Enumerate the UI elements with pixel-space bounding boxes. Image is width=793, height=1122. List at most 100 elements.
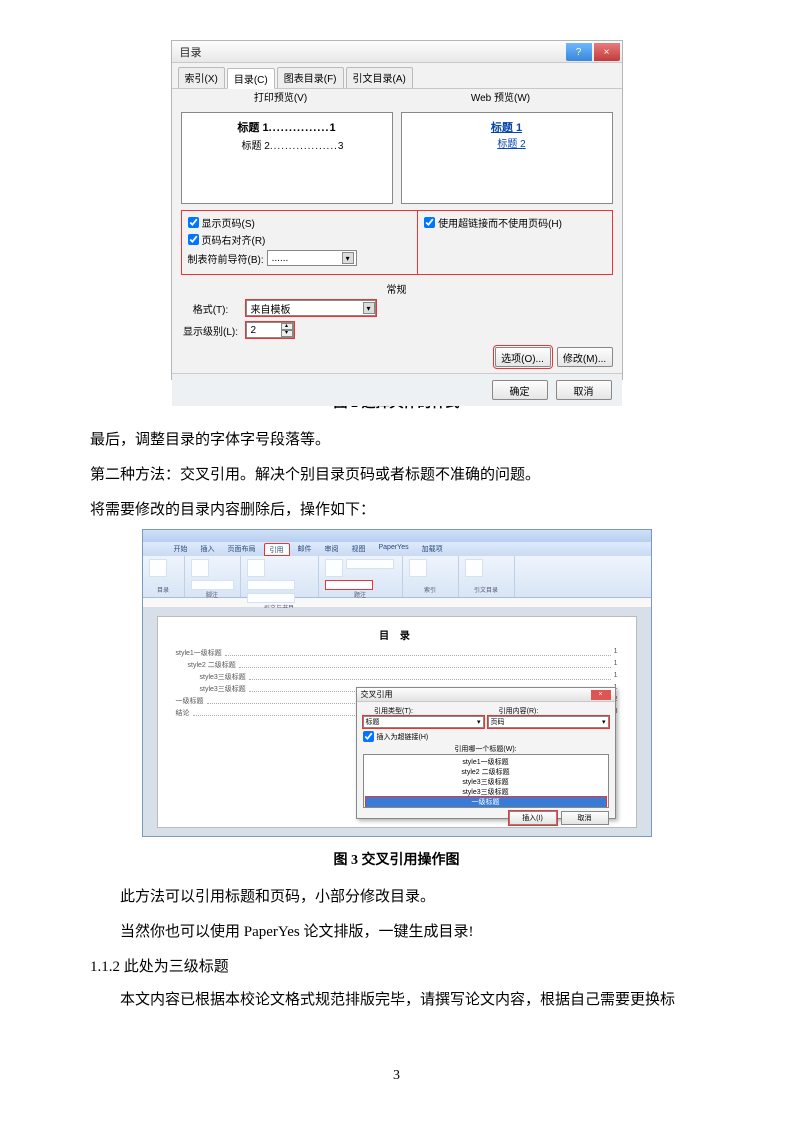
- chevron-down-icon: ▾: [342, 252, 354, 264]
- dialog-footer: 确定 取消: [172, 373, 622, 406]
- para-5: 当然你也可以使用 PaperYes 论文排版，一键生成目录!: [90, 916, 703, 949]
- ok-button[interactable]: 确定: [492, 380, 548, 400]
- document-page: 目 录 style1一级标题1style2 二级标题1style3三级标题1st…: [157, 616, 637, 828]
- leader-select[interactable]: ...... ▾: [267, 250, 357, 266]
- level-spinner[interactable]: 2 ▴▾: [246, 322, 294, 338]
- help-icon[interactable]: ?: [566, 43, 592, 61]
- ribbon-tab-addins[interactable]: 加载项: [417, 543, 448, 556]
- format-label: 格式(T):: [181, 301, 241, 316]
- print-preview-col: 打印预览(V) 标题 1...............1 标题 2.......…: [181, 95, 393, 204]
- close-icon[interactable]: ×: [591, 690, 611, 700]
- ribbon-item[interactable]: [247, 593, 295, 603]
- ribbon-item[interactable]: [191, 580, 234, 590]
- cancel-button[interactable]: 取消: [561, 811, 609, 825]
- ref-type-value: 标题: [366, 717, 380, 727]
- preview-row: 打印预览(V) 标题 1...............1 标题 2.......…: [181, 95, 613, 204]
- chk-insert-hyperlink-label: 插入为超链接(H): [377, 732, 429, 742]
- chk-show-page-label: 显示页码(S): [202, 215, 255, 230]
- ribbon-item[interactable]: [409, 559, 427, 577]
- para-6: 本文内容已根据本校论文格式规范排版完毕，请撰写论文内容，根据自己需要更换标: [90, 984, 703, 1017]
- web-link-1: 标题 1: [410, 119, 604, 135]
- word-window: 开始 插入 页面布局 引用 邮件 审阅 视图 PaperYes 加载项 目录 脚…: [142, 529, 652, 837]
- chk-show-page[interactable]: 显示页码(S): [188, 215, 412, 230]
- ribbon-item[interactable]: [325, 559, 343, 577]
- chevron-up-icon[interactable]: ▴: [281, 323, 293, 330]
- figure-3: 开始 插入 页面布局 引用 邮件 审阅 视图 PaperYes 加载项 目录 脚…: [90, 529, 703, 837]
- chk-right-align-label: 页码右对齐(R): [202, 232, 266, 247]
- options-button[interactable]: 选项(O)...: [495, 347, 551, 367]
- window-buttons: ? ×: [566, 42, 622, 61]
- ribbon-group-toc: 目录: [143, 556, 185, 597]
- ref-type-label: 引用类型(T):: [363, 706, 425, 716]
- chk-right-align[interactable]: 页码右对齐(R): [188, 232, 412, 247]
- group-label-toc: 目录: [149, 585, 178, 594]
- web-preview-box: 标题 1 标题 2: [401, 112, 613, 204]
- pv-h2-page: 3: [338, 141, 344, 152]
- insert-button[interactable]: 插入(I): [509, 811, 557, 825]
- ribbon-item[interactable]: [247, 580, 295, 590]
- ribbon-tab-references[interactable]: 引用: [264, 543, 290, 556]
- ref-content-select[interactable]: 页码 ▾: [488, 716, 609, 728]
- chk-show-page-box[interactable]: [188, 217, 199, 228]
- ribbon-group-index: 索引: [403, 556, 459, 597]
- chk-insert-hyperlink[interactable]: 插入为超链接(H): [363, 731, 609, 742]
- chk-hyperlink-box[interactable]: [424, 217, 435, 228]
- ribbon-tabs: 开始 插入 页面布局 引用 邮件 审阅 视图 PaperYes 加载项: [143, 542, 651, 556]
- ribbon-item[interactable]: [149, 559, 167, 577]
- ribbon-tab-view[interactable]: 视图: [347, 543, 371, 556]
- tab-index[interactable]: 索引(X): [178, 67, 225, 88]
- ribbon-tab-review[interactable]: 审阅: [320, 543, 344, 556]
- tab-figures[interactable]: 图表目录(F): [277, 67, 344, 88]
- close-icon[interactable]: ×: [594, 43, 620, 61]
- cross-reference-button[interactable]: [325, 580, 373, 590]
- ribbon-item[interactable]: [191, 559, 209, 577]
- web-preview-label: Web 预览(W): [395, 89, 607, 104]
- chk-hyperlink-label: 使用超链接而不使用页码(H): [438, 215, 562, 230]
- chk-insert-hyperlink-box[interactable]: [363, 731, 374, 742]
- ribbon-tab-mailings[interactable]: 邮件: [293, 543, 317, 556]
- chevron-down-icon[interactable]: ▾: [281, 330, 293, 337]
- dialog-body: 打印预览(V) 标题 1...............1 标题 2.......…: [172, 89, 622, 373]
- dialog-tabs: 索引(X) 目录(C) 图表目录(F) 引文目录(A): [172, 63, 622, 89]
- dialog-title: 目录: [180, 44, 202, 60]
- format-select[interactable]: 来自模板 ▾: [246, 300, 376, 316]
- cancel-button[interactable]: 取消: [556, 380, 612, 400]
- ribbon-item[interactable]: [346, 559, 394, 569]
- toc-dialog: 目录 ? × 索引(X) 目录(C) 图表目录(F) 引文目录(A) 打印预览(…: [171, 40, 623, 380]
- chevron-down-icon: ▾: [363, 302, 375, 314]
- modify-button[interactable]: 修改(M)...: [557, 347, 613, 367]
- tab-citations[interactable]: 引文目录(A): [346, 67, 413, 88]
- ribbon-item[interactable]: [465, 559, 483, 577]
- ribbon-tab-layout[interactable]: 页面布局: [223, 543, 261, 556]
- ref-type-row: 引用类型(T): 标题▾ 引用内容(R): 页码▾: [363, 706, 609, 728]
- level-row: 显示级别(L): 2 ▴▾: [181, 321, 613, 339]
- ribbon-tab-insert[interactable]: 插入: [196, 543, 220, 556]
- level-value: 2: [251, 325, 257, 336]
- chevron-down-icon: ▾: [477, 718, 481, 726]
- ref-type-select[interactable]: 标题 ▾: [363, 716, 484, 728]
- ribbon-group-citation: 引文与书目: [241, 556, 319, 597]
- tab-toc[interactable]: 目录(C): [227, 68, 275, 89]
- ribbon-tab-home[interactable]: 开始: [169, 543, 193, 556]
- heading-list-label: 引用哪一个标题(W):: [363, 744, 609, 754]
- pv-line2: 标题 2..................3: [190, 137, 384, 152]
- ref-content-value: 页码: [491, 717, 505, 727]
- format-value: 来自模板: [251, 301, 291, 316]
- format-row: 格式(T): 来自模板 ▾: [181, 299, 613, 317]
- ribbon-group-caption: 题注: [319, 556, 403, 597]
- options-left: 显示页码(S) 页码右对齐(R) 制表符前导符(B): ......▾: [181, 210, 419, 275]
- word-titlebar: [143, 530, 651, 542]
- leader-value: ......: [272, 253, 289, 264]
- ribbon-item[interactable]: [247, 559, 265, 577]
- heading-list[interactable]: style1一级标题 style2 二级标题 style3三级标题 style3…: [363, 754, 609, 808]
- cross-dialog-buttons: 插入(I) 取消: [363, 811, 609, 825]
- group-label-caption: 题注: [325, 590, 396, 599]
- chk-right-align-box[interactable]: [188, 234, 199, 245]
- pv-line1: 标题 1...............1: [190, 119, 384, 135]
- ribbon-tab-paperyes[interactable]: PaperYes: [374, 543, 414, 556]
- level-label: 显示级别(L):: [181, 323, 241, 338]
- para-2: 第二种方法：交叉引用。解决个别目录页码或者标题不准确的问题。: [90, 459, 703, 492]
- spinner-arrows[interactable]: ▴▾: [281, 323, 293, 337]
- chevron-down-icon: ▾: [602, 718, 606, 726]
- chk-hyperlink[interactable]: 使用超链接而不使用页码(H): [424, 215, 605, 230]
